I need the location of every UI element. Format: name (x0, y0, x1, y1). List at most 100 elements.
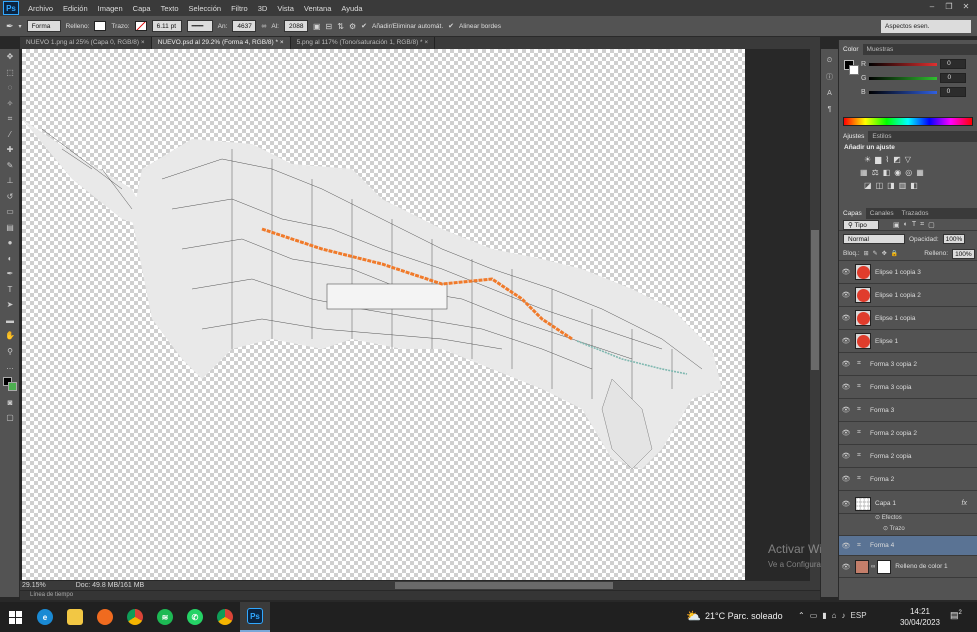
stamp-tool-icon[interactable]: ⊥ (0, 173, 20, 189)
minimize-icon[interactable]: – (925, 1, 939, 13)
visibility-eye-icon[interactable]: 👁 (839, 337, 853, 345)
path-arrange-icon[interactable]: ⇅ (337, 22, 344, 31)
layer-row[interactable]: 👁 ⌗ Forma 2 copia 2 (839, 422, 977, 445)
mixer-icon[interactable]: ◎ (905, 168, 912, 177)
hand-tool-icon[interactable]: ✋ (0, 328, 20, 344)
network-icon[interactable]: ⌂ (832, 611, 837, 620)
clock[interactable]: 14:21 30/04/2023 (898, 606, 942, 628)
input-language[interactable]: ESP (851, 611, 867, 620)
move-tool-icon[interactable]: ✥ (0, 49, 20, 65)
lookup-icon[interactable]: ▦ (916, 168, 924, 177)
workspace-select[interactable]: Aspectos esen. (881, 20, 971, 33)
channel-b-slider[interactable] (868, 90, 937, 94)
posterize-icon[interactable]: ◫ (876, 181, 884, 190)
close-icon[interactable]: × (424, 39, 428, 46)
magic-wand-tool-icon[interactable]: ✧ (0, 96, 20, 112)
fill-swatch[interactable] (94, 21, 107, 31)
chrome-profile-icon[interactable] (210, 602, 240, 632)
type-tool-icon[interactable]: T (0, 282, 20, 298)
layer-row[interactable]: 👁 Elipse 1 copia (839, 307, 977, 330)
volume-icon[interactable]: ♪ (842, 611, 846, 620)
character-panel-icon[interactable]: A (821, 85, 838, 101)
layer-capa-1[interactable]: 👁 Capa 1 fx (839, 494, 977, 514)
visibility-eye-icon[interactable]: 👁 (839, 500, 853, 508)
close-icon[interactable]: ✕ (959, 1, 973, 13)
menu-3d[interactable]: 3D (253, 4, 273, 13)
path-select-tool-icon[interactable]: ➤ (0, 297, 20, 313)
timeline-label[interactable]: Línea de tiempo (20, 591, 820, 600)
more-tools-icon[interactable]: … (0, 359, 20, 375)
pen-tool-icon[interactable]: ✒ (0, 266, 20, 282)
history-panel-icon[interactable]: ⏲ (821, 53, 838, 69)
marquee-tool-icon[interactable]: ⬚ (0, 65, 20, 81)
eraser-tool-icon[interactable]: ▭ (0, 204, 20, 220)
align-edges-checkbox[interactable]: ✔ (448, 22, 454, 30)
visibility-eye-icon[interactable]: 👁 (839, 406, 853, 414)
tab-paths[interactable]: Trazados (898, 208, 933, 219)
windows-start-icon[interactable] (0, 602, 30, 632)
gradient-tool-icon[interactable]: ▤ (0, 220, 20, 236)
layer-filter-select[interactable]: ⚲ Tipo (843, 219, 879, 230)
firefox-icon[interactable] (90, 602, 120, 632)
visibility-eye-icon[interactable]: 👁 (839, 360, 853, 368)
lock-position-icon[interactable]: ✥ (882, 250, 887, 257)
visibility-eye-icon[interactable]: 👁 (839, 268, 853, 276)
exposure-icon[interactable]: ◩ (893, 155, 901, 164)
lock-transparency-icon[interactable]: ⊞ (864, 250, 869, 257)
brightness-icon[interactable]: ☀ (864, 155, 871, 164)
visibility-eye-icon[interactable]: 👁 (839, 475, 853, 483)
monitor-icon[interactable]: ▭ (810, 611, 818, 620)
fx-badge[interactable]: fx (962, 500, 967, 507)
dodge-tool-icon[interactable]: ◐ (0, 251, 20, 267)
healing-tool-icon[interactable]: ✚ (0, 142, 20, 158)
width-input[interactable]: 4637 p (232, 20, 257, 42)
quick-mask-icon[interactable]: ◙ (0, 395, 20, 411)
lock-pixels-icon[interactable]: ✎ (873, 250, 878, 257)
channel-r-slider[interactable] (869, 62, 938, 66)
menu-capa[interactable]: Capa (128, 4, 156, 13)
chevron-up-icon[interactable]: ⌃ (798, 611, 805, 620)
layer-row[interactable]: 👁 ⌗ Forma 2 copia (839, 445, 977, 468)
menu-edicion[interactable]: Edición (58, 4, 93, 13)
layer-row[interactable]: 👁 Elipse 1 copia 3 (839, 261, 977, 284)
channel-g-slider[interactable] (869, 76, 938, 80)
gear-icon[interactable]: ⚙ (349, 22, 356, 31)
filter-shape-icon[interactable]: ⌗ (920, 221, 924, 229)
shape-mode-select[interactable]: Forma (26, 20, 61, 32)
hue-icon[interactable]: ▦ (860, 168, 868, 177)
layer-row[interactable]: 👁 ⌗ Forma 3 copia (839, 376, 977, 399)
effects-eye-icon[interactable]: ⊙ (875, 515, 880, 521)
path-align-icon[interactable]: ⊟ (326, 22, 333, 31)
tab-nuevo1[interactable]: NUEVO 1.png al 25% (Capa 0, RGB/8) × (20, 37, 152, 49)
menu-seleccion[interactable]: Selección (184, 4, 227, 13)
visibility-eye-icon[interactable]: 👁 (839, 291, 853, 299)
menu-filtro[interactable]: Filtro (226, 4, 253, 13)
layer-color-fill-1[interactable]: 👁 ∞ Relleno de color 1 (839, 556, 977, 578)
notifications-icon[interactable]: ▤2 (950, 610, 962, 621)
visibility-eye-icon[interactable]: 👁 (839, 383, 853, 391)
info-panel-icon[interactable]: ⓘ (821, 69, 838, 85)
stroke-swatch[interactable] (134, 21, 147, 31)
menu-imagen[interactable]: Imagen (93, 4, 128, 13)
visibility-eye-icon[interactable]: 👁 (839, 563, 853, 571)
tab-adjustments[interactable]: Ajustes (839, 131, 869, 142)
document-canvas[interactable] (22, 49, 745, 580)
tab-nuevo-psd[interactable]: NUEVO.psd al 29.2% (Forma 4, RGB/8) * × (151, 37, 291, 49)
filter-smart-icon[interactable]: ▢ (928, 221, 935, 229)
brush-tool-icon[interactable]: ✎ (0, 158, 20, 174)
menu-ayuda[interactable]: Ayuda (336, 4, 367, 13)
file-explorer-icon[interactable] (60, 602, 90, 632)
vibrance-icon[interactable]: ▽ (905, 155, 911, 164)
color-swatches-icon[interactable] (0, 375, 20, 395)
layer-row[interactable]: 👁 ⌗ Forma 3 (839, 399, 977, 422)
weather-widget[interactable]: ⛅ 21°C Parc. soleado (686, 609, 783, 623)
visibility-eye-icon[interactable]: 👁 (839, 314, 853, 322)
zoom-tool-icon[interactable]: ⚲ (0, 344, 20, 360)
visibility-eye-icon[interactable]: 👁 (839, 452, 853, 460)
menu-ventana[interactable]: Ventana (299, 4, 337, 13)
history-brush-icon[interactable]: ↺ (0, 189, 20, 205)
spotify-icon[interactable]: ≋ (150, 602, 180, 632)
layer-row[interactable]: 👁 Elipse 1 copia 2 (839, 284, 977, 307)
lock-all-icon[interactable]: 🔒 (891, 250, 898, 257)
color-spectrum[interactable] (843, 117, 973, 126)
